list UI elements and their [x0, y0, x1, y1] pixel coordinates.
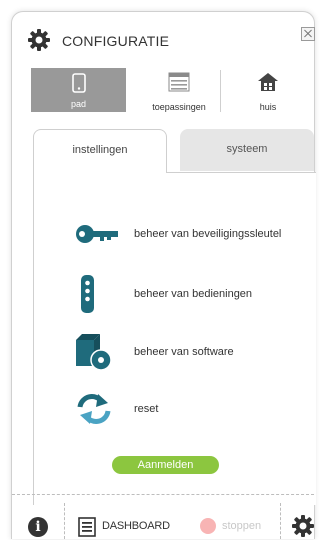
login-button[interactable]: Aanmelden — [112, 456, 219, 474]
mode-huis[interactable]: huis — [248, 72, 288, 116]
software-box-icon — [76, 334, 112, 371]
bottom-divider — [280, 503, 281, 539]
mode-pad-label: pad — [70, 99, 87, 109]
bottom-divider — [64, 503, 65, 539]
mode-toepassingen-label: toepassingen — [152, 102, 206, 112]
bottom-bar: i DASHBOARD stoppen — [12, 494, 314, 540]
info-icon[interactable]: i — [28, 517, 48, 537]
app-list-icon — [168, 72, 190, 92]
menu-item-controls[interactable]: beheer van bedieningen — [74, 274, 324, 314]
tablet-icon — [72, 73, 86, 93]
config-panel: CONFIGURATIE pad toepassingen huis inste… — [11, 11, 316, 540]
menu-item-software[interactable]: beheer van software — [74, 332, 324, 372]
stop-dot-icon — [200, 518, 216, 534]
mode-pad[interactable]: pad — [31, 68, 126, 112]
mode-toepassingen[interactable]: toepassingen — [136, 72, 222, 116]
house-icon — [258, 73, 278, 91]
gear-icon — [28, 29, 50, 51]
key-icon — [76, 225, 118, 243]
dashboard-list-icon[interactable] — [78, 517, 96, 537]
menu-item-label: beheer van bedieningen — [134, 288, 253, 300]
menu-item-security-key[interactable]: beheer van beveiligingssleutel — [74, 214, 324, 254]
close-button[interactable] — [301, 27, 315, 41]
tab-systeem[interactable]: systeem — [180, 129, 314, 171]
menu-item-reset[interactable]: reset — [74, 389, 324, 429]
dashboard-button[interactable]: DASHBOARD — [102, 520, 170, 532]
menu-item-label: reset — [134, 403, 159, 415]
mode-divider — [220, 70, 221, 112]
menu-item-label: beheer van beveiligingssleutel — [134, 228, 282, 240]
reset-arrows-icon — [77, 394, 111, 424]
stop-button[interactable]: stoppen — [222, 520, 261, 532]
remote-control-icon — [81, 275, 94, 313]
page-title: CONFIGURATIE — [62, 33, 170, 49]
tab-instellingen[interactable]: instellingen — [33, 129, 167, 173]
mode-huis-label: huis — [259, 102, 277, 112]
menu-item-label: beheer van software — [134, 346, 234, 358]
gear-icon[interactable] — [291, 514, 315, 538]
